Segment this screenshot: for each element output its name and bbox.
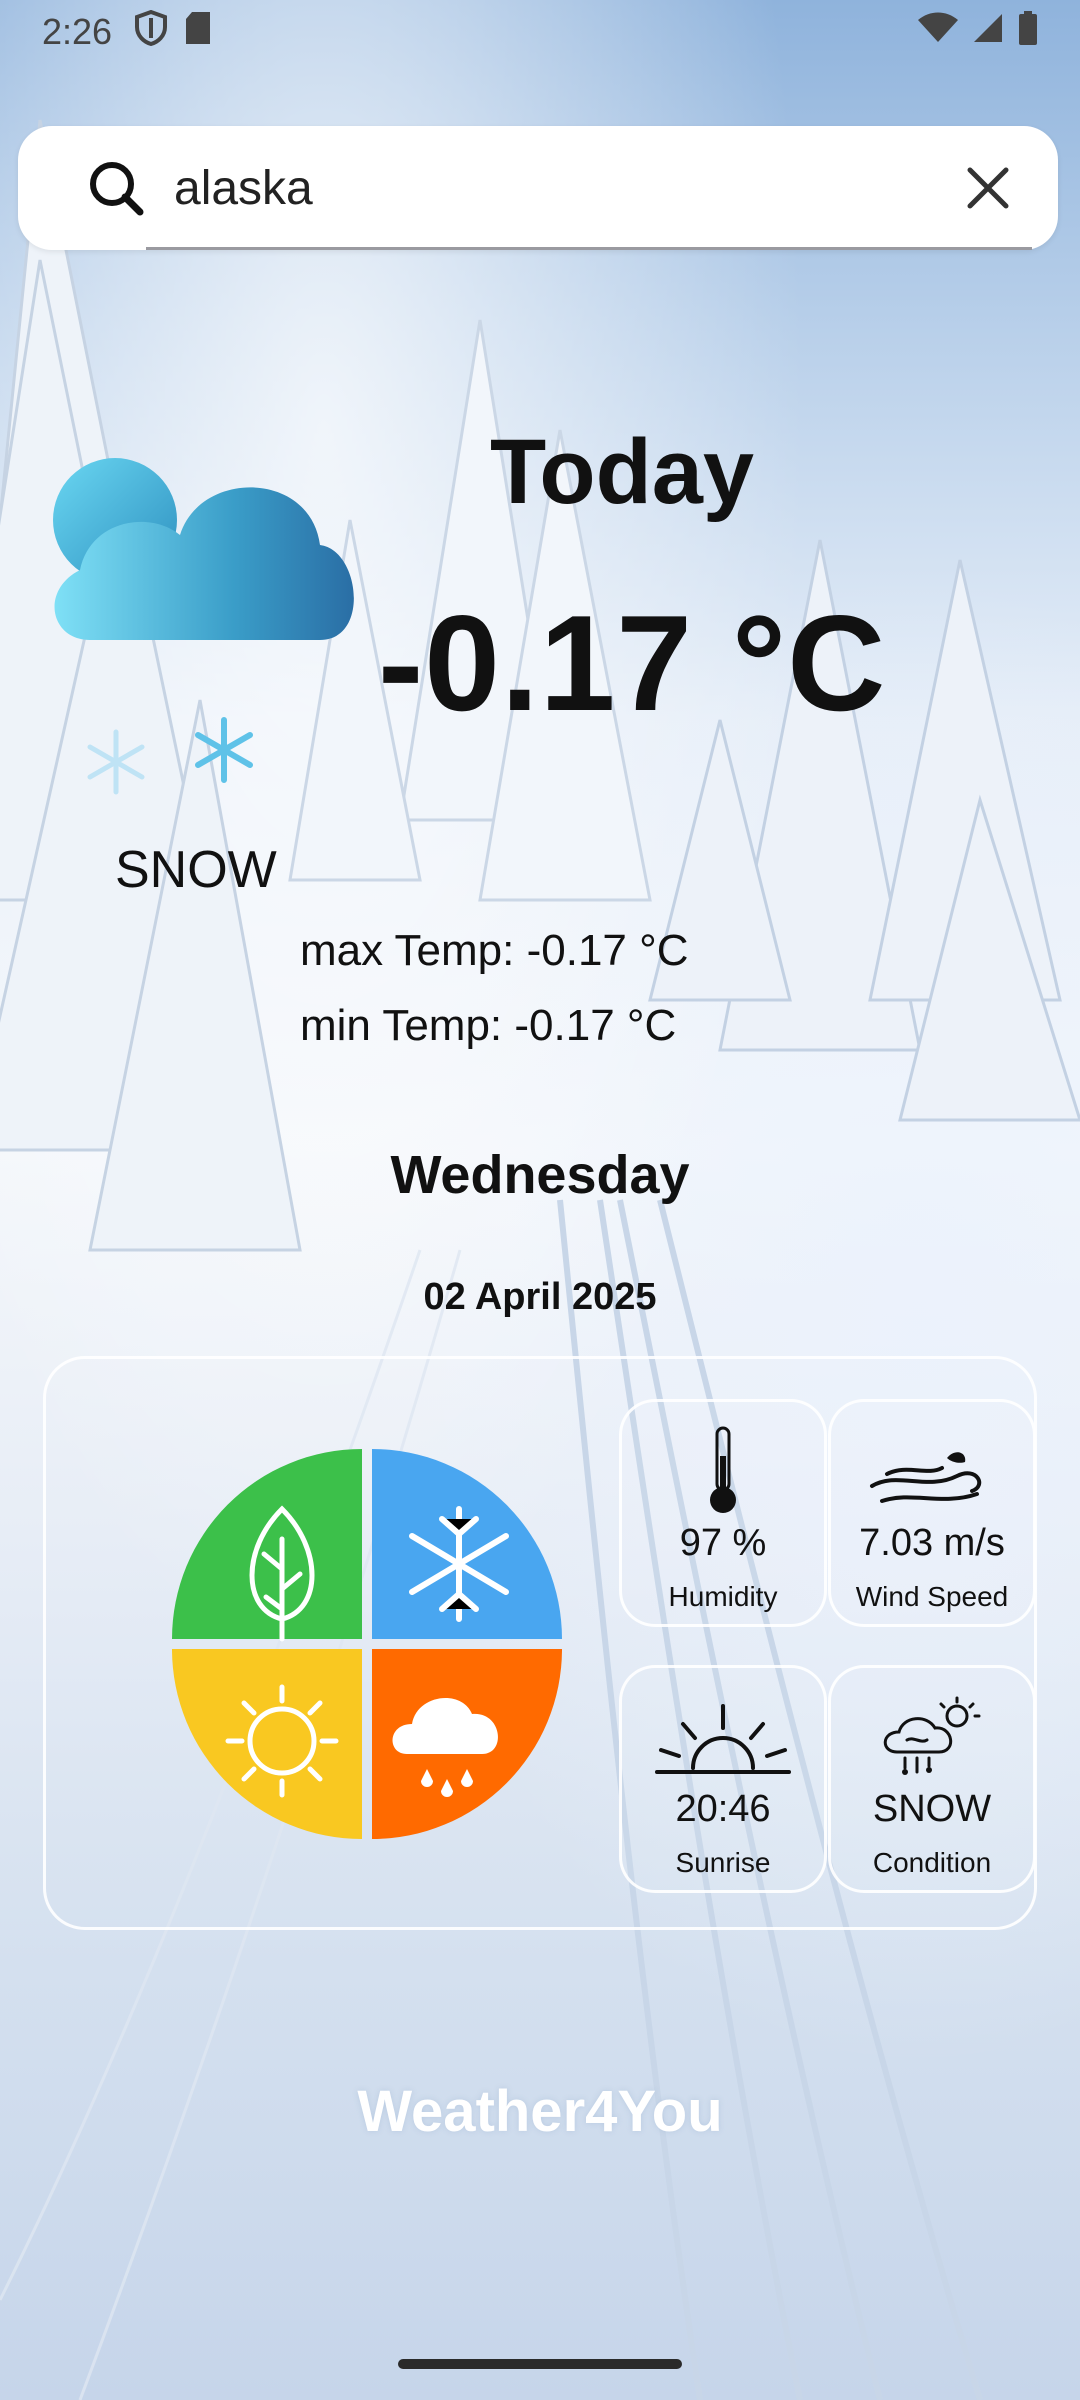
storm-icon: [877, 1678, 987, 1782]
status-bar: 2:26: [0, 0, 1080, 64]
seasons-pie-icon: [172, 1449, 562, 1844]
humidity-value: 97 %: [679, 1522, 767, 1564]
snowflake-icon: [82, 728, 150, 801]
today-heading: Today: [490, 421, 755, 523]
wifi-icon: [918, 11, 958, 53]
search-icon[interactable]: [88, 160, 144, 216]
condition-card: SNOW Condition: [828, 1665, 1036, 1893]
weekday: Wednesday: [390, 1145, 690, 1205]
close-icon[interactable]: [966, 166, 1010, 210]
search-bar[interactable]: [18, 126, 1058, 250]
wind-icon: [867, 1412, 997, 1516]
weather-details-panel: 97 % Humidity 7.03 m/s Wind Speed 20:46 …: [43, 1356, 1037, 1930]
sunrise-value: 20:46: [675, 1788, 771, 1830]
current-temperature: -0.17 °C: [378, 587, 887, 739]
wind-card: 7.03 m/s Wind Speed: [828, 1399, 1036, 1627]
app-brand: Weather4You: [357, 2079, 723, 2144]
search-input[interactable]: [174, 160, 966, 216]
sunrise-label: Sunrise: [675, 1847, 771, 1878]
signal-icon: [972, 11, 1004, 53]
min-temp: min Temp: -0.17 °C: [300, 1001, 677, 1050]
sd-card-icon: [184, 11, 212, 54]
max-temp: max Temp: -0.17 °C: [300, 926, 689, 975]
wind-label: Wind Speed: [855, 1581, 1009, 1612]
battery-icon: [1018, 10, 1038, 54]
condition-value: SNOW: [872, 1788, 992, 1830]
condition-card-label: Condition: [872, 1847, 992, 1878]
shield-icon: [134, 9, 168, 55]
condition-label: SNOW: [115, 841, 277, 899]
thermometer-icon: [703, 1412, 743, 1516]
status-time: 2:26: [42, 11, 113, 52]
date: 02 April 2025: [423, 1276, 657, 1318]
search-underline: [146, 247, 1032, 250]
cloud-icon: [30, 440, 370, 655]
home-indicator[interactable]: [398, 2359, 682, 2369]
sunrise-icon: [653, 1678, 793, 1782]
sunrise-card: 20:46 Sunrise: [619, 1665, 827, 1893]
humidity-card: 97 % Humidity: [619, 1399, 827, 1627]
wind-value: 7.03 m/s: [859, 1522, 1005, 1564]
snowflake-icon: [190, 716, 258, 789]
humidity-label: Humidity: [668, 1581, 778, 1612]
